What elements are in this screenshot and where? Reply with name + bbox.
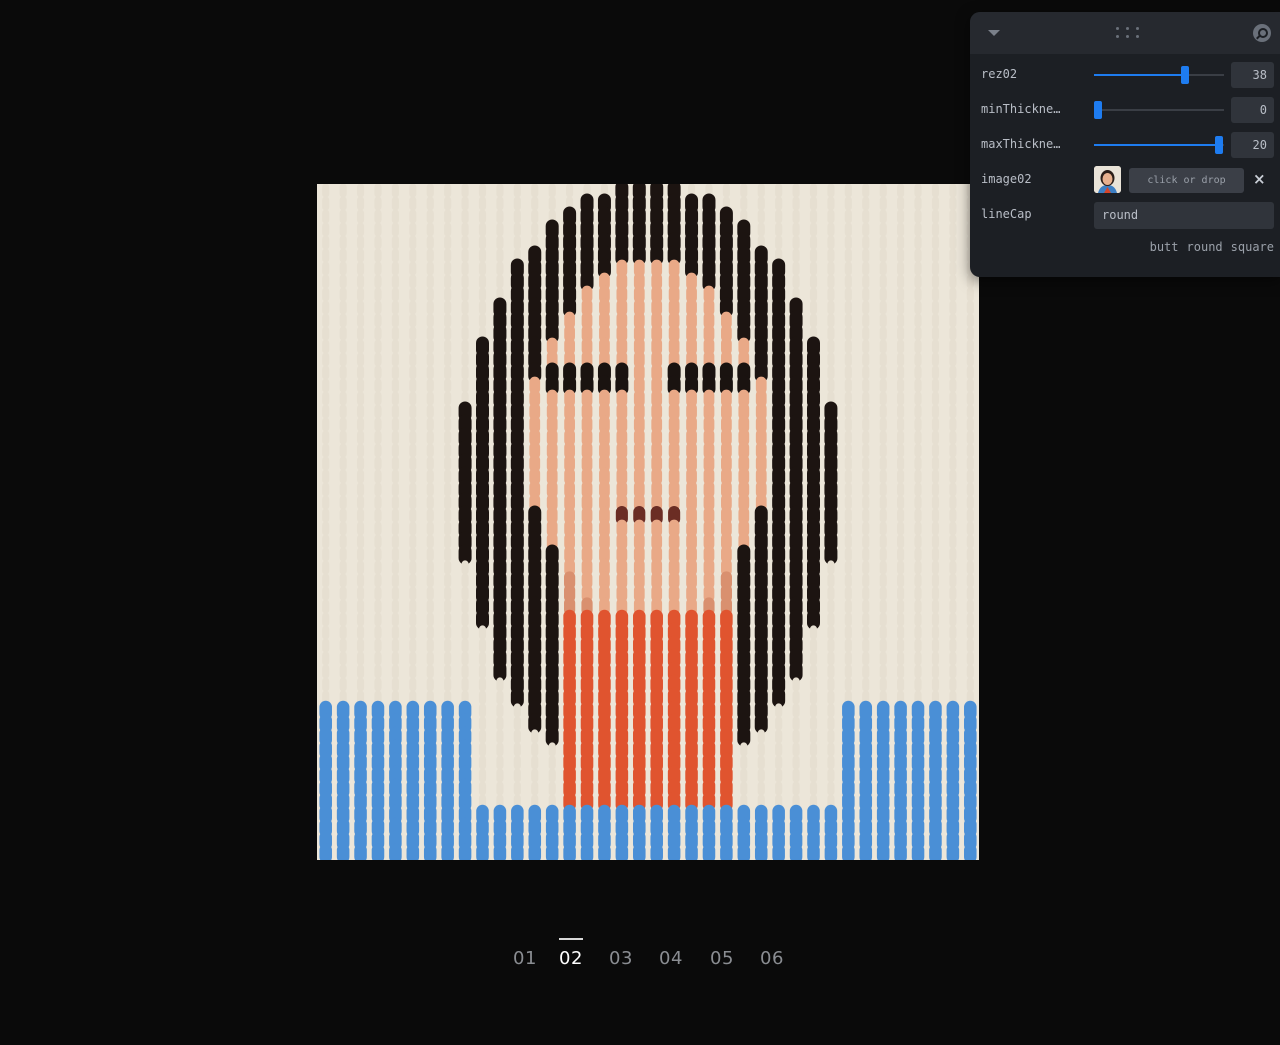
control-row-image02: image02 click or drop × bbox=[970, 165, 1280, 195]
rez02-slider[interactable] bbox=[1094, 66, 1224, 84]
max-thickness-slider[interactable] bbox=[1094, 136, 1224, 154]
artwork-canvas bbox=[317, 184, 979, 860]
control-label: maxThickne… bbox=[981, 137, 1061, 151]
linecap-input[interactable]: round bbox=[1094, 202, 1274, 229]
pagination: 01 02 03 04 05 06 bbox=[0, 936, 1280, 976]
control-label: rez02 bbox=[981, 67, 1018, 81]
linecap-option-square[interactable]: square bbox=[1231, 240, 1274, 254]
linecap-option-round[interactable]: round bbox=[1187, 240, 1223, 254]
page-link-04[interactable]: 04 bbox=[659, 948, 683, 969]
linecap-option-butt[interactable]: butt bbox=[1150, 240, 1179, 254]
control-panel: rez02 38 minThickne… 0 maxThickne… 20 im… bbox=[970, 12, 1280, 277]
control-label: image02 bbox=[981, 172, 1032, 186]
page-link-02[interactable]: 02 bbox=[559, 938, 583, 969]
chevron-down-icon[interactable] bbox=[988, 30, 1000, 36]
image-thumbnail bbox=[1094, 166, 1121, 193]
linecap-options: butt round square bbox=[1142, 240, 1274, 254]
control-row-rez02: rez02 38 bbox=[970, 60, 1280, 90]
slider-handle[interactable] bbox=[1214, 136, 1223, 154]
min-thickness-value-input[interactable]: 0 bbox=[1231, 97, 1274, 123]
control-label: lineCap bbox=[981, 207, 1032, 221]
control-row-min-thickness: minThickne… 0 bbox=[970, 95, 1280, 125]
control-row-linecap: lineCap round bbox=[970, 200, 1280, 230]
control-row-max-thickness: maxThickne… 20 bbox=[970, 130, 1280, 160]
max-thickness-value-input[interactable]: 20 bbox=[1231, 132, 1274, 158]
page-link-05[interactable]: 05 bbox=[710, 948, 734, 969]
search-icon[interactable] bbox=[1253, 24, 1271, 42]
drag-grip-icon[interactable] bbox=[1116, 27, 1140, 39]
page-link-03[interactable]: 03 bbox=[609, 948, 633, 969]
panel-header[interactable] bbox=[970, 12, 1280, 54]
page-link-06[interactable]: 06 bbox=[760, 948, 784, 969]
slider-handle[interactable] bbox=[1181, 66, 1189, 84]
page-link-01[interactable]: 01 bbox=[513, 948, 537, 969]
control-label: minThickne… bbox=[981, 102, 1061, 116]
image-upload-button[interactable]: click or drop bbox=[1129, 168, 1244, 193]
close-icon[interactable]: × bbox=[1253, 168, 1266, 190]
min-thickness-slider[interactable] bbox=[1094, 101, 1224, 119]
slider-handle[interactable] bbox=[1094, 101, 1102, 119]
portrait-line-art bbox=[319, 184, 977, 860]
rez02-value-input[interactable]: 38 bbox=[1231, 62, 1274, 88]
